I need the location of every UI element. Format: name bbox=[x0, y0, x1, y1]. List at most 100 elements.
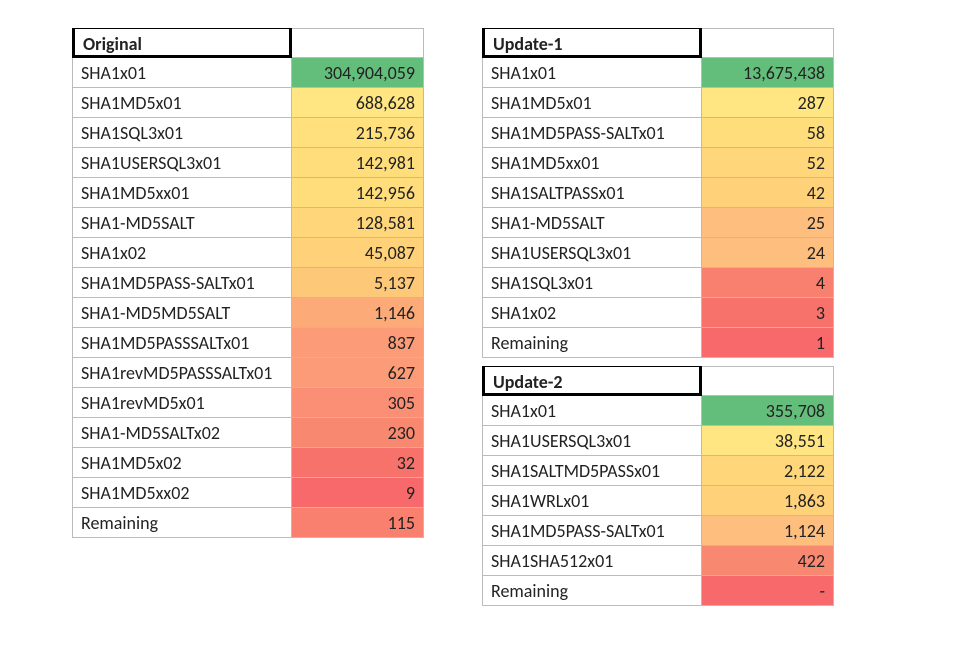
table-update1: Update-1 SHA1x0113,675,438SHA1MD5x01287S… bbox=[482, 28, 834, 358]
hash-method-label: SHA1MD5PASS-SALTx01 bbox=[72, 268, 292, 298]
hash-method-count: 25 bbox=[702, 208, 834, 238]
hash-method-count: 215,736 bbox=[292, 118, 424, 148]
table-row: SHA1MD5xx01142,956 bbox=[72, 178, 424, 208]
table-row: SHA1x01355,708 bbox=[482, 396, 834, 426]
hash-method-label: SHA1revMD5x01 bbox=[72, 388, 292, 418]
hash-method-count: 627 bbox=[292, 358, 424, 388]
hash-method-count: 2,122 bbox=[702, 456, 834, 486]
header-spacer bbox=[702, 28, 834, 58]
hash-method-count: 32 bbox=[292, 448, 424, 478]
table-row: SHA1revMD5x01305 bbox=[72, 388, 424, 418]
hash-method-label: SHA1x02 bbox=[72, 238, 292, 268]
table-row: SHA1SALTPASSx0142 bbox=[482, 178, 834, 208]
hash-method-label: SHA1-MD5SALT bbox=[482, 208, 702, 238]
hash-method-count: 128,581 bbox=[292, 208, 424, 238]
hash-method-label: SHA1SQL3x01 bbox=[72, 118, 292, 148]
table-row: SHA1SHA512x01422 bbox=[482, 546, 834, 576]
hash-method-count: 4 bbox=[702, 268, 834, 298]
hash-method-count: 230 bbox=[292, 418, 424, 448]
table-row: Remaining115 bbox=[72, 508, 424, 538]
table-row: SHA1SQL3x014 bbox=[482, 268, 834, 298]
hash-method-count: 9 bbox=[292, 478, 424, 508]
hash-method-label: SHA1MD5xx01 bbox=[72, 178, 292, 208]
table-row: SHA1-MD5SALT128,581 bbox=[72, 208, 424, 238]
hash-method-label: SHA1-MD5SALTx02 bbox=[72, 418, 292, 448]
table-row: SHA1MD5x0232 bbox=[72, 448, 424, 478]
hash-method-count: 3 bbox=[702, 298, 834, 328]
table-row: Remaining1 bbox=[482, 328, 834, 358]
hash-method-label: SHA1USERSQL3x01 bbox=[482, 426, 702, 456]
table-row: Remaining- bbox=[482, 576, 834, 606]
table-update2: Update-2 SHA1x01355,708SHA1USERSQL3x0138… bbox=[482, 366, 834, 606]
table-row: SHA1x01304,904,059 bbox=[72, 58, 424, 88]
hash-method-label: SHA1SQL3x01 bbox=[482, 268, 702, 298]
hash-method-label: Remaining bbox=[72, 508, 292, 538]
hash-method-count: 304,904,059 bbox=[292, 58, 424, 88]
table-row: SHA1x023 bbox=[482, 298, 834, 328]
hash-method-label: SHA1MD5PASS-SALTx01 bbox=[482, 118, 702, 148]
table-row: SHA1MD5xx0152 bbox=[482, 148, 834, 178]
hash-method-label: SHA1USERSQL3x01 bbox=[482, 238, 702, 268]
header-spacer bbox=[702, 366, 834, 396]
hash-method-label: SHA1SHA512x01 bbox=[482, 546, 702, 576]
table-row: SHA1USERSQL3x0138,551 bbox=[482, 426, 834, 456]
hash-method-count: 688,628 bbox=[292, 88, 424, 118]
table-row: SHA1x0113,675,438 bbox=[482, 58, 834, 88]
hash-method-label: Remaining bbox=[482, 576, 702, 606]
hash-method-label: Remaining bbox=[482, 328, 702, 358]
hash-method-count: 355,708 bbox=[702, 396, 834, 426]
hash-method-label: SHA1SALTMD5PASSx01 bbox=[482, 456, 702, 486]
table-row: SHA1SALTMD5PASSx012,122 bbox=[482, 456, 834, 486]
hash-method-count: 13,675,438 bbox=[702, 58, 834, 88]
hash-method-count: 42 bbox=[702, 178, 834, 208]
hash-method-count: 24 bbox=[702, 238, 834, 268]
hash-method-label: SHA1x01 bbox=[72, 58, 292, 88]
hash-method-label: SHA1-MD5MD5SALT bbox=[72, 298, 292, 328]
table-row: SHA1SQL3x01215,736 bbox=[72, 118, 424, 148]
table-row: SHA1MD5xx029 bbox=[72, 478, 424, 508]
hash-method-label: SHA1MD5xx02 bbox=[72, 478, 292, 508]
hash-method-label: SHA1MD5x02 bbox=[72, 448, 292, 478]
hash-method-label: SHA1-MD5SALT bbox=[72, 208, 292, 238]
table-row: SHA1MD5PASS-SALTx011,124 bbox=[482, 516, 834, 546]
hash-method-label: SHA1WRLx01 bbox=[482, 486, 702, 516]
table-row: SHA1USERSQL3x01142,981 bbox=[72, 148, 424, 178]
hash-method-label: SHA1SALTPASSx01 bbox=[482, 178, 702, 208]
table-row: SHA1x0245,087 bbox=[72, 238, 424, 268]
header-spacer bbox=[292, 28, 424, 58]
hash-method-count: 52 bbox=[702, 148, 834, 178]
table-row: SHA1MD5PASS-SALTx015,137 bbox=[72, 268, 424, 298]
hash-method-count: 422 bbox=[702, 546, 834, 576]
hash-method-label: SHA1x01 bbox=[482, 58, 702, 88]
table-header-update1: Update-1 bbox=[482, 28, 702, 58]
hash-method-label: SHA1MD5x01 bbox=[72, 88, 292, 118]
table-row: SHA1USERSQL3x0124 bbox=[482, 238, 834, 268]
hash-method-label: SHA1MD5PASSSALTx01 bbox=[72, 328, 292, 358]
hash-method-label: SHA1MD5x01 bbox=[482, 88, 702, 118]
hash-method-count: 142,981 bbox=[292, 148, 424, 178]
hash-method-count: 1,124 bbox=[702, 516, 834, 546]
table-row: SHA1-MD5MD5SALT1,146 bbox=[72, 298, 424, 328]
table-row: SHA1MD5PASSSALTx01837 bbox=[72, 328, 424, 358]
page: Original SHA1x01304,904,059SHA1MD5x01688… bbox=[0, 0, 975, 646]
hash-method-count: 142,956 bbox=[292, 178, 424, 208]
hash-method-label: SHA1MD5xx01 bbox=[482, 148, 702, 178]
table-row: SHA1-MD5SALTx02230 bbox=[72, 418, 424, 448]
hash-method-count: 5,137 bbox=[292, 268, 424, 298]
hash-method-label: SHA1USERSQL3x01 bbox=[72, 148, 292, 178]
column-right: Update-1 SHA1x0113,675,438SHA1MD5x01287S… bbox=[482, 28, 834, 606]
hash-method-label: SHA1x02 bbox=[482, 298, 702, 328]
table-header-update2: Update-2 bbox=[482, 366, 702, 396]
hash-method-count: 38,551 bbox=[702, 426, 834, 456]
hash-method-count: 115 bbox=[292, 508, 424, 538]
hash-method-label: SHA1x01 bbox=[482, 396, 702, 426]
table-row: SHA1revMD5PASSSALTx01627 bbox=[72, 358, 424, 388]
table-original: Original SHA1x01304,904,059SHA1MD5x01688… bbox=[72, 28, 424, 538]
hash-method-count: 58 bbox=[702, 118, 834, 148]
hash-method-count: 1,863 bbox=[702, 486, 834, 516]
table-row: SHA1MD5x01688,628 bbox=[72, 88, 424, 118]
hash-method-label: SHA1MD5PASS-SALTx01 bbox=[482, 516, 702, 546]
table-row: SHA1MD5x01287 bbox=[482, 88, 834, 118]
table-row: SHA1MD5PASS-SALTx0158 bbox=[482, 118, 834, 148]
hash-method-count: 837 bbox=[292, 328, 424, 358]
